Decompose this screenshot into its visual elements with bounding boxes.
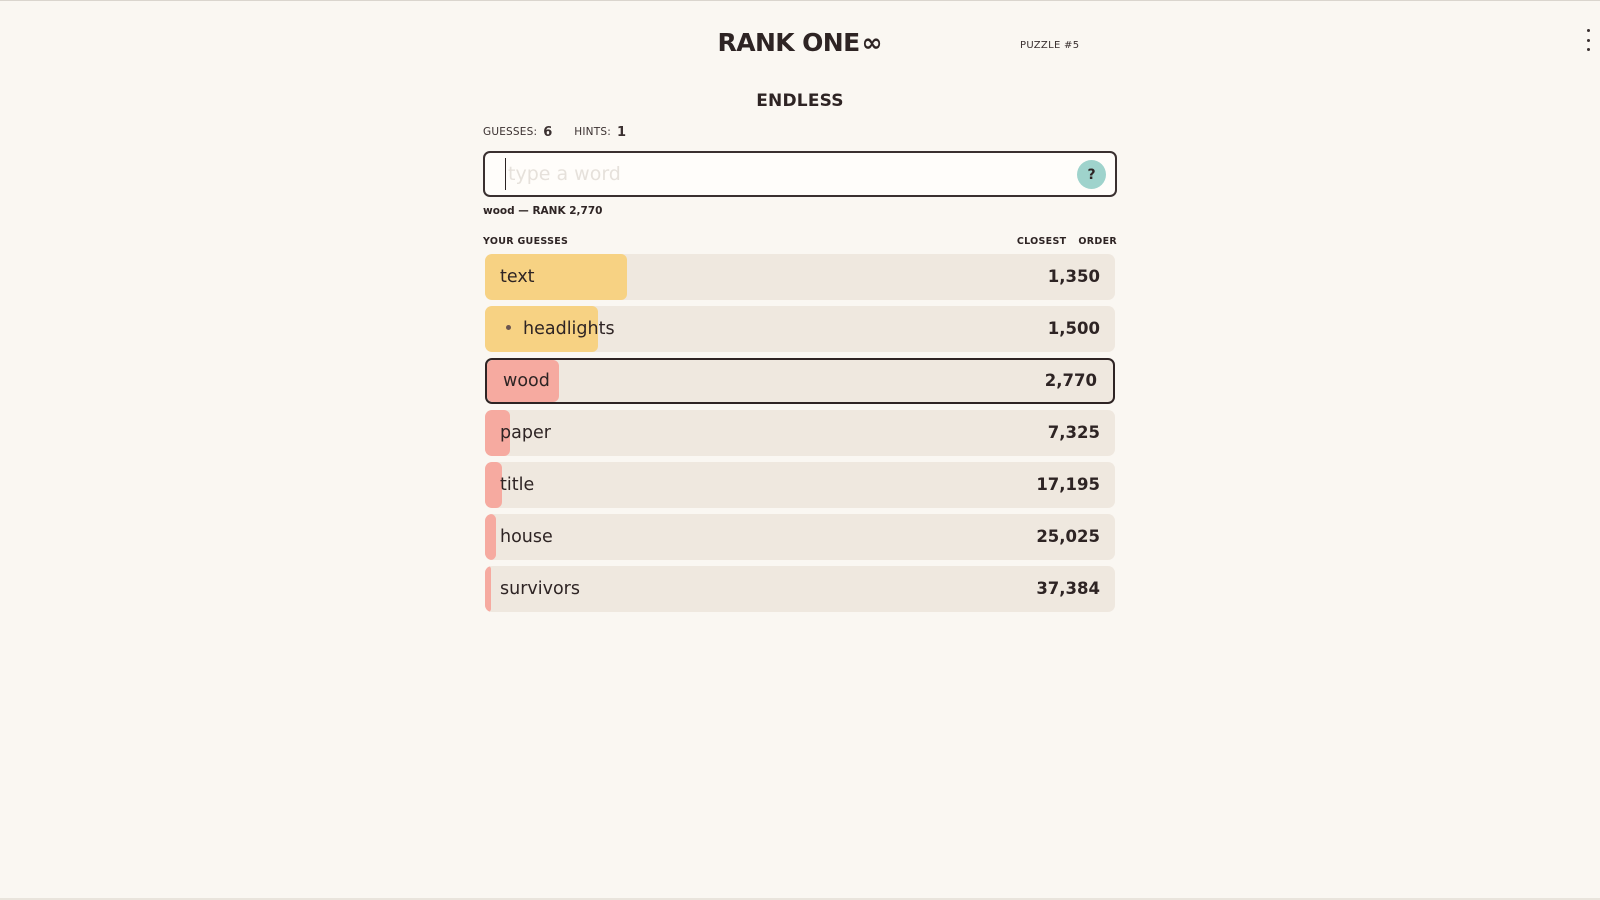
guess-word: house <box>500 514 553 560</box>
guess-rank: 7,325 <box>1047 423 1100 442</box>
hints-count: 1 <box>616 124 626 140</box>
puzzle-number[interactable]: PUZZLE #5 <box>1020 40 1079 51</box>
guess-row[interactable]: wood 2,770 <box>485 358 1115 404</box>
game-panel: ENDLESS GUESSES: 6 HINTS: 1 ? wood — RAN… <box>483 88 1117 618</box>
guess-list: text 1,350 headlights 1,500 wood 2,770 paper 7,… <box>483 254 1117 612</box>
guess-word: survivors <box>500 566 580 612</box>
guesses-title: YOUR GUESSES <box>483 235 569 247</box>
help-button[interactable]: ? <box>1077 160 1106 189</box>
guess-word: paper <box>500 410 551 456</box>
guess-word-text: house <box>500 527 553 547</box>
guess-word-text: title <box>500 475 535 495</box>
guess-row[interactable]: house 25,025 <box>485 514 1115 560</box>
guess-row[interactable]: title 17,195 <box>485 462 1115 508</box>
guess-rank: 17,195 <box>1036 475 1100 494</box>
guess-word: text <box>500 254 535 300</box>
hints-label: HINTS: <box>574 126 611 138</box>
logo[interactable]: RANK ONE∞ <box>0 28 1600 57</box>
sort-order-button[interactable]: ORDER <box>1078 236 1117 247</box>
rank-proximity-bar <box>485 514 497 560</box>
logo-text: RANK ONE <box>717 28 861 57</box>
guesses-count: 6 <box>543 124 553 140</box>
infinity-icon: ∞ <box>861 28 883 57</box>
guess-rank: 1,350 <box>1047 267 1100 286</box>
guess-row[interactable]: text 1,350 <box>485 254 1115 300</box>
guess-word: wood <box>503 360 550 402</box>
guess-row[interactable]: paper 7,325 <box>485 410 1115 456</box>
guesses-label: GUESSES: <box>483 126 538 138</box>
rank-proximity-bar <box>485 566 492 612</box>
guess-rank: 1,500 <box>1047 319 1100 338</box>
sort-controls: CLOSEST ORDER <box>1017 236 1117 247</box>
stats-bar: GUESSES: 6 HINTS: 1 <box>483 122 1117 142</box>
guess-rank: 2,770 <box>1044 371 1097 390</box>
guess-row[interactable]: headlights 1,500 <box>485 306 1115 352</box>
guess-word: title <box>500 462 534 508</box>
guess-row[interactable]: survivors 37,384 <box>485 566 1115 612</box>
guess-word-text: headlights <box>523 319 615 339</box>
header: RANK ONE∞ PUZZLE #5 <box>0 0 1600 90</box>
guess-word-text: text <box>500 267 535 287</box>
guess-rank: 37,384 <box>1036 579 1100 598</box>
guesses-header: YOUR GUESSES CLOSEST ORDER <box>483 233 1117 249</box>
guess-word: headlights <box>500 306 615 352</box>
word-input-box: ? <box>483 151 1117 197</box>
last-guess-result: wood — RANK 2,770 <box>483 205 603 217</box>
word-input[interactable] <box>505 158 1050 190</box>
sort-closest-button[interactable]: CLOSEST <box>1017 236 1067 247</box>
guess-word-text: paper <box>500 423 551 443</box>
guess-rank: 25,025 <box>1036 527 1100 546</box>
guess-word-text: wood <box>503 371 550 391</box>
hint-dot-icon <box>506 324 511 330</box>
more-menu-icon[interactable] <box>1582 29 1594 51</box>
mode-title: ENDLESS <box>756 91 844 111</box>
guess-word-text: survivors <box>500 579 580 599</box>
